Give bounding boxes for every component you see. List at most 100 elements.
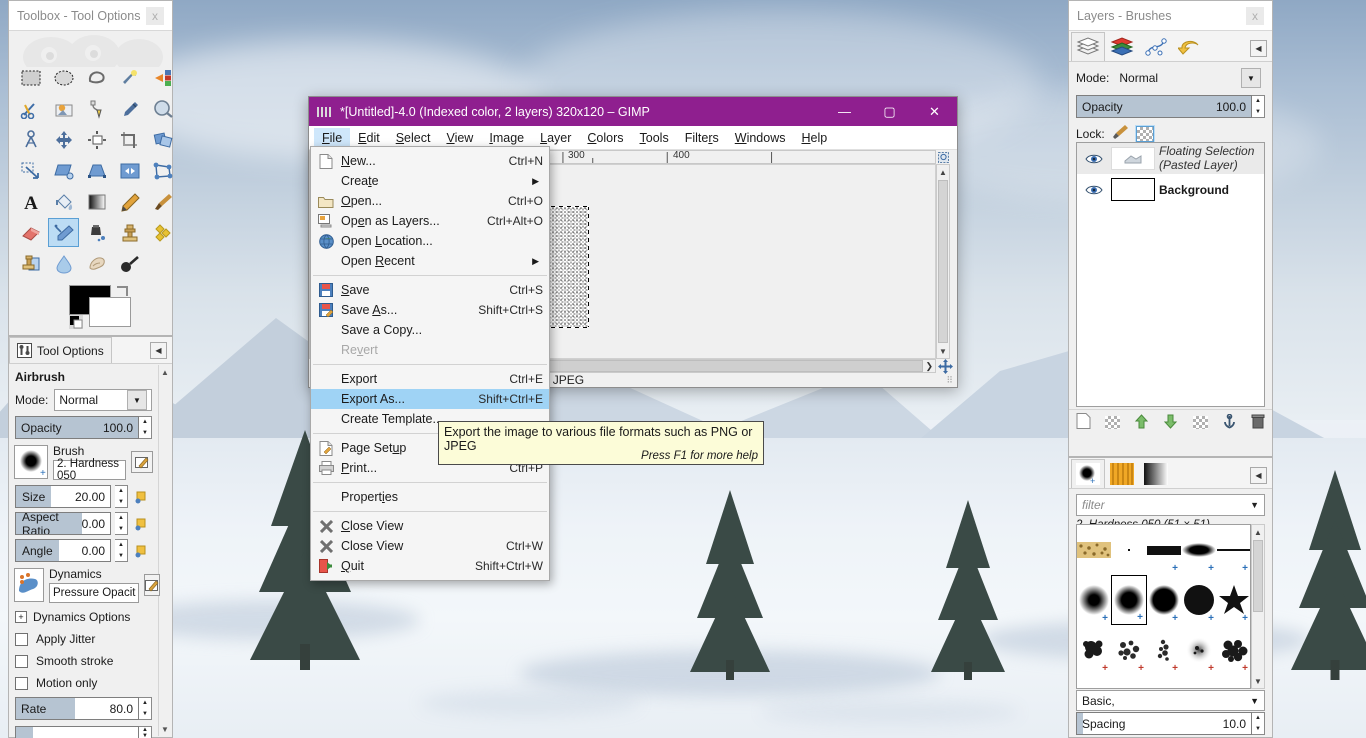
select-by-color-tool[interactable] [147,63,178,92]
foreground-select-tool[interactable] [48,94,79,123]
charcoal-brush[interactable]: + [1181,625,1217,675]
tool-options-menu-button[interactable]: ◀ [150,342,167,359]
shear-tool[interactable] [48,156,79,185]
brush-preview[interactable]: + [14,445,48,479]
menu-item-properties[interactable]: Properties [311,487,549,507]
flow-slider[interactable] [15,726,139,738]
rotate-tool[interactable] [147,125,178,154]
ink-tool[interactable] [81,218,112,247]
paths-tab[interactable] [1139,32,1173,61]
menu-item-close-all[interactable]: Close View Ctrl+W [311,536,549,556]
menu-help[interactable]: Help [793,128,835,148]
opacity-stepper[interactable]: ▲ ▼ [139,416,152,439]
vertical-scrollbar[interactable]: ▲ ▼ [936,164,950,359]
tab-tool-options[interactable]: Tool Options [9,337,112,363]
menu-item-close-view[interactable]: Close View [311,516,549,536]
brushes-dock-menu-button[interactable]: ◀ [1250,467,1267,484]
edit-brush-button[interactable] [131,451,153,473]
tool-options-scrollbar[interactable]: ▲ ▼ [158,365,171,736]
tag-filter-combo[interactable]: Basic, ▼ [1076,690,1265,711]
brush-grid-scrollbar[interactable]: ▲ ▼ [1251,524,1265,689]
flow-stepper[interactable]: ▲ ▼ [139,726,152,738]
layers-opacity-stepper[interactable]: ▲ ▼ [1252,95,1265,118]
menu-item-export[interactable]: Export Ctrl+E [311,369,549,389]
free-select-tool[interactable] [81,63,112,92]
menu-image[interactable]: Image [481,128,532,148]
crop-tool[interactable] [114,125,145,154]
brush-filter-input[interactable]: filter ▼ [1076,494,1265,516]
menu-select[interactable]: Select [388,128,439,148]
brush-scroll-thumb[interactable] [1253,540,1263,612]
toolbox-close-button[interactable]: x [146,6,164,25]
acrylic-brush[interactable]: + [1077,625,1111,675]
brush-name-field[interactable]: 2. Hardness 050 [53,458,126,482]
menu-filters[interactable]: Filters [677,128,727,148]
lower-layer-button[interactable] [1163,414,1178,432]
menu-item-export-as[interactable]: Export As... Shift+Ctrl+E [311,389,549,409]
fuzzy-select-tool[interactable] [114,63,145,92]
bucket-fill-tool[interactable] [48,187,79,216]
color-swatches[interactable] [69,285,133,331]
zoom-tool[interactable] [147,94,178,123]
menu-item-open[interactable]: Open... Ctrl+O [311,191,549,211]
scroll-up-icon[interactable]: ▲ [937,165,949,179]
menu-tools[interactable]: Tools [632,128,677,148]
block-brush[interactable]: + [1147,525,1181,575]
duplicate-layer-button[interactable] [1192,416,1208,429]
undo-history-tab[interactable] [1173,32,1207,61]
menu-item-save[interactable]: Save Ctrl+S [311,280,549,300]
layer-row-background[interactable]: Background [1077,174,1264,205]
menu-item-save-as[interactable]: Save As... Shift+Ctrl+S [311,300,549,320]
motion-only-checkbox[interactable]: Motion only [9,672,158,694]
eraser-tool[interactable] [15,218,46,247]
apply-jitter-checkbox[interactable]: Apply Jitter [9,628,158,650]
rate-stepper[interactable]: ▲ ▼ [139,697,152,720]
rect-select-tool[interactable] [15,63,46,92]
aspect-ratio-field[interactable]: Aspect Ratio 0.00 [15,512,111,535]
blend-tool[interactable] [81,187,112,216]
dynamics-name-field[interactable]: Pressure Opacit [49,583,140,603]
raise-layer-button[interactable] [1134,413,1149,432]
anchor-layer-button[interactable] [1222,413,1237,432]
cage-transform-tool[interactable] [147,156,178,185]
image-window-title-bar[interactable]: *[Untitled]-4.0 (Indexed color, 2 layers… [309,97,957,126]
new-layer-button[interactable] [1076,413,1091,432]
scroll-right-icon[interactable]: ❯ [923,361,935,372]
size-field[interactable]: Size 20.00 [15,485,111,508]
menu-layer[interactable]: Layer [532,128,579,148]
rate-slider[interactable]: Rate 80.0 [15,697,139,720]
dynamics-options-expander[interactable]: + Dynamics Options [9,606,158,628]
measure-tool[interactable] [15,125,46,154]
chevron-down-icon[interactable]: ▼ [1241,68,1261,88]
angle-field[interactable]: Angle 0.00 [15,539,111,562]
minimize-button[interactable]: — [822,97,867,126]
menu-item-create[interactable]: Create ▶ [311,171,549,191]
line-brush[interactable]: + [1217,525,1250,575]
menu-file[interactable]: File [314,127,351,148]
reset-size-button[interactable] [132,487,152,507]
delete-layer-button[interactable] [1251,414,1265,432]
cloud-brush[interactable]: + [1217,625,1250,675]
airbrush-tool[interactable] [48,218,79,247]
blur-sharpen-tool[interactable] [48,249,79,278]
layer-visibility-toggle[interactable] [1081,153,1107,165]
move-tool[interactable] [48,125,79,154]
dynamics-preview[interactable] [14,568,44,602]
menu-item-open-as-layers[interactable]: Open as Layers... Ctrl+Alt+O [311,211,549,231]
layers-tab[interactable] [1071,32,1105,61]
paths-tool[interactable] [81,94,112,123]
perspective-clone-tool[interactable] [15,249,46,278]
bristle-brush[interactable]: + [1111,625,1147,675]
heal-tool[interactable] [147,218,178,247]
grass-brush[interactable] [1077,675,1111,688]
menu-view[interactable]: View [438,128,481,148]
pencil-tool[interactable] [114,187,145,216]
close-button[interactable]: ✕ [912,97,957,126]
star-brush[interactable]: + [1217,575,1250,625]
menu-edit[interactable]: Edit [350,128,388,148]
alignment-tool[interactable] [81,125,112,154]
menu-item-save-a-copy[interactable]: Save a Copy... [311,320,549,340]
reset-aspect-ratio-button[interactable] [132,514,152,534]
scroll-up-icon[interactable]: ▲ [159,365,171,379]
scissors-select-tool[interactable] [15,94,46,123]
